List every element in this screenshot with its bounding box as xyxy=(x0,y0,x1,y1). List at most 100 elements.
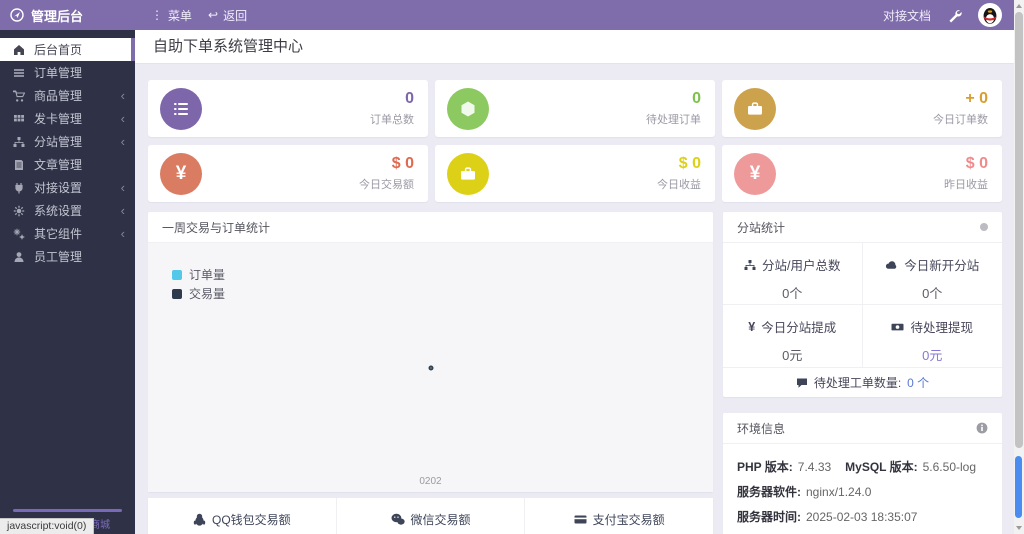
browser-scrollbar[interactable] xyxy=(1014,0,1024,534)
docs-link[interactable]: 对接文档 xyxy=(883,7,931,24)
branch-cell-value: 0个 xyxy=(922,286,943,301)
sidebar: 后台首页 订单管理 商品管理 ‹ 发卡管理 ‹ 分站管理 ‹ 文章管理 对接设置 xyxy=(0,30,135,534)
legend-item-volume[interactable]: 交易量 xyxy=(172,284,225,303)
pay-col-wechat: 微信交易额 0元 xyxy=(335,498,525,534)
menu-toggle[interactable]: ⋮ 菜单 xyxy=(151,7,192,24)
user-avatar[interactable] xyxy=(978,3,1002,27)
stat-value: $ 0 xyxy=(965,155,988,173)
tickets-count: 0 个 xyxy=(907,376,930,390)
grid-icon xyxy=(12,113,25,125)
env-info-panel: 环境信息 PHP 版本: 7.4.33 MySQL 版本: 5.6.50-log xyxy=(723,413,1002,534)
sidebar-item-settings[interactable]: 系统设置 ‹ xyxy=(0,199,135,222)
sidebar-item-orders[interactable]: 订单管理 xyxy=(0,61,135,84)
sidebar-item-label: 系统设置 xyxy=(34,204,83,218)
branch-cell-new-today: 今日新开分站 0个 xyxy=(862,243,1002,305)
sidebar-item-label: 后台首页 xyxy=(34,43,83,57)
env-value: 7.4.33 xyxy=(797,459,832,474)
env-key: MySQL 版本: xyxy=(845,460,918,474)
main-area: 自助下单系统管理中心 0 订单总数 0 待处理订单 + 0 今日订单数 ¥ $ … xyxy=(135,30,1014,534)
yen-icon: ¥ xyxy=(734,152,776,195)
sidebar-item-staff[interactable]: 员工管理 xyxy=(0,245,135,268)
tickets-label: 待处理工单数量: xyxy=(813,376,902,390)
sidebar-menu: 后台首页 订单管理 商品管理 ‹ 发卡管理 ‹ 分站管理 ‹ 文章管理 对接设置 xyxy=(0,38,135,268)
sidebar-item-home[interactable]: 后台首页 xyxy=(0,38,135,61)
sidebar-item-cards[interactable]: 发卡管理 ‹ xyxy=(0,107,135,130)
env-row-time: 服务器时间: 2025-02-03 18:35:07 xyxy=(737,504,988,529)
user-icon xyxy=(12,251,25,263)
sidebar-item-api[interactable]: 对接设置 ‹ xyxy=(0,176,135,199)
sidebar-item-label: 其它组件 xyxy=(34,227,83,241)
status-dot-icon xyxy=(980,223,988,231)
sidebar-item-label: 员工管理 xyxy=(34,250,83,264)
stat-label: 今日收益 xyxy=(657,178,701,191)
wrench-icon[interactable] xyxy=(947,8,962,23)
chevron-left-icon: ‹ xyxy=(120,180,125,195)
pay-col-alipay: 支付宝交易额 0元 xyxy=(524,498,713,534)
legend-swatch-orders xyxy=(172,269,182,280)
list-icon xyxy=(12,67,25,79)
sidebar-item-components[interactable]: 其它组件 ‹ xyxy=(0,222,135,245)
stat-card-yesterday-profit: ¥ $ 0 昨日收益 xyxy=(722,145,1002,202)
briefcase-icon xyxy=(447,152,489,195)
qq-icon xyxy=(193,513,206,526)
hexagon-icon xyxy=(447,87,489,130)
sitemap-icon xyxy=(12,136,25,148)
stat-card-total-orders: 0 订单总数 xyxy=(148,80,428,137)
sidebar-item-label: 订单管理 xyxy=(34,66,83,80)
branch-stats-panel: 分站统计 分站/用户总数 0个 今日新开分站 0个 ¥ 今日分站提成 0元 待处… xyxy=(723,212,1002,397)
stat-value: 0 xyxy=(692,90,701,108)
stat-card-today-profit: $ 0 今日收益 xyxy=(435,145,715,202)
stat-card-today-volume: ¥ $ 0 今日交易额 xyxy=(148,145,428,202)
legend-item-orders[interactable]: 订单量 xyxy=(172,265,225,284)
cart-icon xyxy=(12,89,25,102)
sidebar-item-label: 分站管理 xyxy=(34,135,83,149)
scroll-up-arrow-icon[interactable] xyxy=(1016,4,1022,8)
chart-panel-title: 一周交易与订单统计 xyxy=(162,220,271,235)
sidebar-item-branches[interactable]: 分站管理 ‹ xyxy=(0,130,135,153)
branch-cell-total-users: 分站/用户总数 0个 xyxy=(723,243,863,305)
floating-widget-button[interactable] xyxy=(1015,456,1022,518)
sidebar-item-label: 对接设置 xyxy=(34,181,83,195)
branch-cell-label: 待处理提现 xyxy=(910,321,973,335)
branch-cell-value: 0元 xyxy=(782,348,803,363)
stat-label: 今日订单数 xyxy=(933,113,988,126)
app-brand[interactable]: 管理后台 xyxy=(0,6,135,25)
scroll-down-arrow-icon[interactable] xyxy=(1016,526,1022,530)
info-icon xyxy=(976,422,988,434)
ordered-list-icon xyxy=(160,87,202,130)
stat-card-pending-orders: 0 待处理订单 xyxy=(435,80,715,137)
page-title: 自助下单系统管理中心 xyxy=(135,30,1014,64)
topbar: 管理后台 ⋮ 菜单 ↩ 返回 对接文档 xyxy=(0,0,1014,30)
stat-label: 待处理订单 xyxy=(646,113,701,126)
env-value: 5.6.50-log xyxy=(922,459,976,474)
stat-value: + 0 xyxy=(965,90,988,108)
env-panel-title: 环境信息 xyxy=(737,421,786,436)
branch-panel-title: 分站统计 xyxy=(737,220,786,235)
env-key: 服务器时间: xyxy=(737,510,801,524)
wechat-icon xyxy=(391,513,405,526)
weekly-chart: 订单量 交易量 0202 xyxy=(148,243,713,492)
cloud-icon xyxy=(885,259,898,271)
env-value: 2025-02-03 18:35:07 xyxy=(806,509,918,524)
home-icon xyxy=(12,44,25,56)
book-icon xyxy=(12,159,25,171)
weekly-chart-panel: 一周交易与订单统计 订单量 交易量 0202 xyxy=(148,212,713,492)
pay-label-text: 微信交易额 xyxy=(410,513,471,527)
env-row-server: 服务器软件: nginx/1.24.0 xyxy=(737,479,988,504)
sidebar-item-products[interactable]: 商品管理 ‹ xyxy=(0,84,135,107)
env-value: nginx/1.24.0 xyxy=(806,484,872,499)
briefcase-icon xyxy=(734,87,776,130)
back-link[interactable]: ↩ 返回 xyxy=(208,7,247,24)
sidebar-item-label: 文章管理 xyxy=(34,158,83,172)
card-icon xyxy=(574,513,587,526)
scrollbar-thumb[interactable] xyxy=(1015,12,1023,448)
qq-penguin-icon xyxy=(979,4,1001,26)
chart-legend: 订单量 交易量 xyxy=(172,265,225,303)
chevron-left-icon: ‹ xyxy=(120,111,125,126)
chevron-left-icon: ‹ xyxy=(120,134,125,149)
sidebar-item-articles[interactable]: 文章管理 xyxy=(0,153,135,176)
branch-cell-commission: ¥ 今日分站提成 0元 xyxy=(723,305,863,367)
legend-label: 订单量 xyxy=(189,268,226,282)
sidebar-footer-divider xyxy=(13,509,122,512)
yen-icon: ¥ xyxy=(160,152,202,195)
